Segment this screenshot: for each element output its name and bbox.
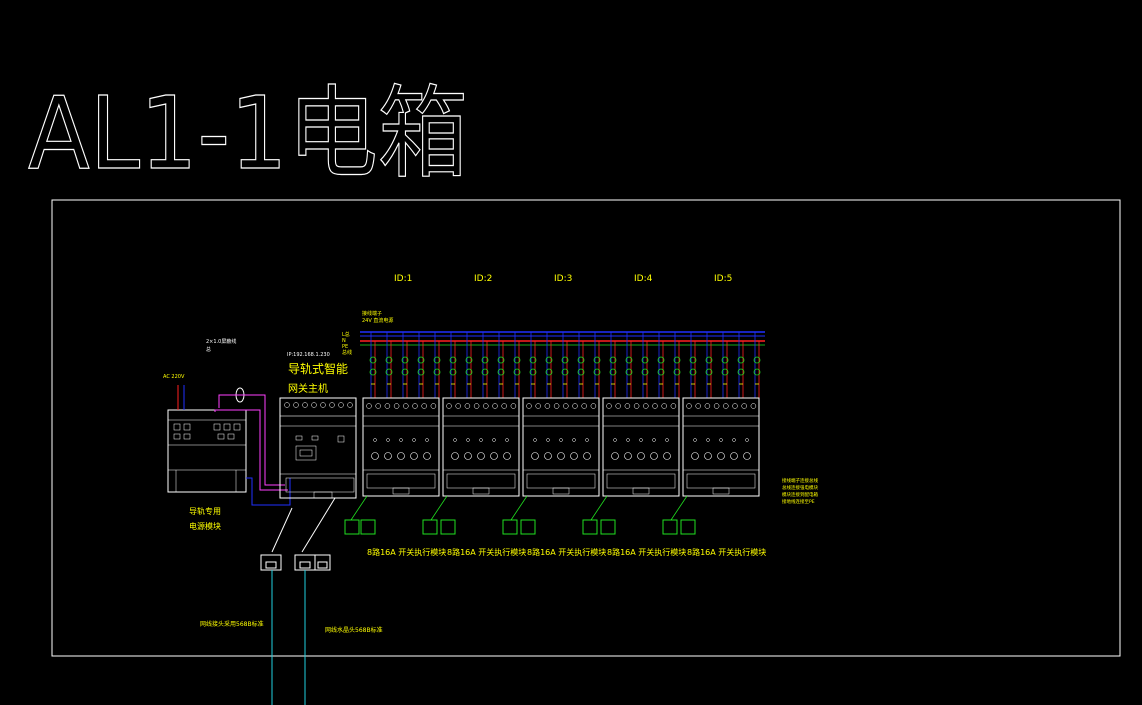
module-id-label: ID:5 [714,274,732,284]
relay-module: 8路16A 开关执行模块 [422,332,526,557]
right-note-line: 模块连接到配电箱 [782,491,818,498]
gateway-name-1: 导轨式智能 [288,361,348,376]
box-title: AL1-1电箱 [28,75,468,192]
relay-modules: 8路16A 开关执行模块 8路16A 开关执行模块 8路16A 开关执行模块 8路16… [344,332,766,557]
gateway-module [279,397,357,499]
right-note-line: 接地线连接至PE [782,498,815,505]
relay-module-label: 8路16A 开关执行模块 [527,547,606,557]
bus-side-note-1: L总 [342,331,350,338]
cable-note-2: 总 [206,346,211,353]
bus-note-2: 24V 直流电源 [362,317,393,324]
drawing-frame [51,199,1121,657]
module-id-label: ID:4 [634,274,653,284]
right-side-notes: 接线端子连接总线总线连接强电模块模块连接到配电箱接地线连接至PE [782,477,818,505]
relay-module-label: 8路16A 开关执行模块 [607,547,686,557]
module-id-label: ID:1 [394,274,412,284]
power-supply-name-1: 导轨专用 [189,506,221,516]
relay-module-label: 8路16A 开关执行模块 [367,547,446,557]
relay-module: 8路16A 开关执行模块 [502,332,606,557]
bus-side-note-4: 总线 [342,349,352,356]
module-id-label: ID:3 [554,274,572,284]
relay-module: 8路16A 开关执行模块 [344,332,446,557]
power-supply-module [167,385,247,493]
wiring-note-1: 网线接头采用568B标准 [200,620,264,628]
relay-module-label: 8路16A 开关执行模块 [447,547,526,557]
relay-module: 8路16A 开关执行模块 [662,332,766,557]
power-supply-name-2: 电源模块 [189,521,221,531]
module-id-label: ID:2 [474,274,492,284]
gateway-ip: IP:192.168.1.230 [287,352,330,358]
relay-module-label: 8路16A 开关执行模块 [687,547,766,557]
top-bus [360,331,765,346]
cable-note: 2×1.0屏蔽线 [206,338,236,345]
right-note-line: 总线连接强电模块 [782,484,818,491]
network-jacks [260,497,336,705]
bus-note-1: 接线端子 [362,310,382,317]
shielded-cable [214,387,291,506]
wiring-note-2: 网线水晶头568B标准 [325,626,383,634]
ac-label: AC 220V [163,374,185,380]
drawing-canvas: AL1-1电箱 ID:1 ID:2 ID:3 ID:4 ID:5 接线端子 24V 直流… [27,74,1121,705]
relay-module: 8路16A 开关执行模块 [582,332,686,557]
module-id-labels: ID:1 ID:2 ID:3 ID:4 ID:5 [394,274,732,284]
right-note-line: 接线端子连接总线 [782,477,818,484]
gateway-name-2: 网关主机 [288,382,328,395]
